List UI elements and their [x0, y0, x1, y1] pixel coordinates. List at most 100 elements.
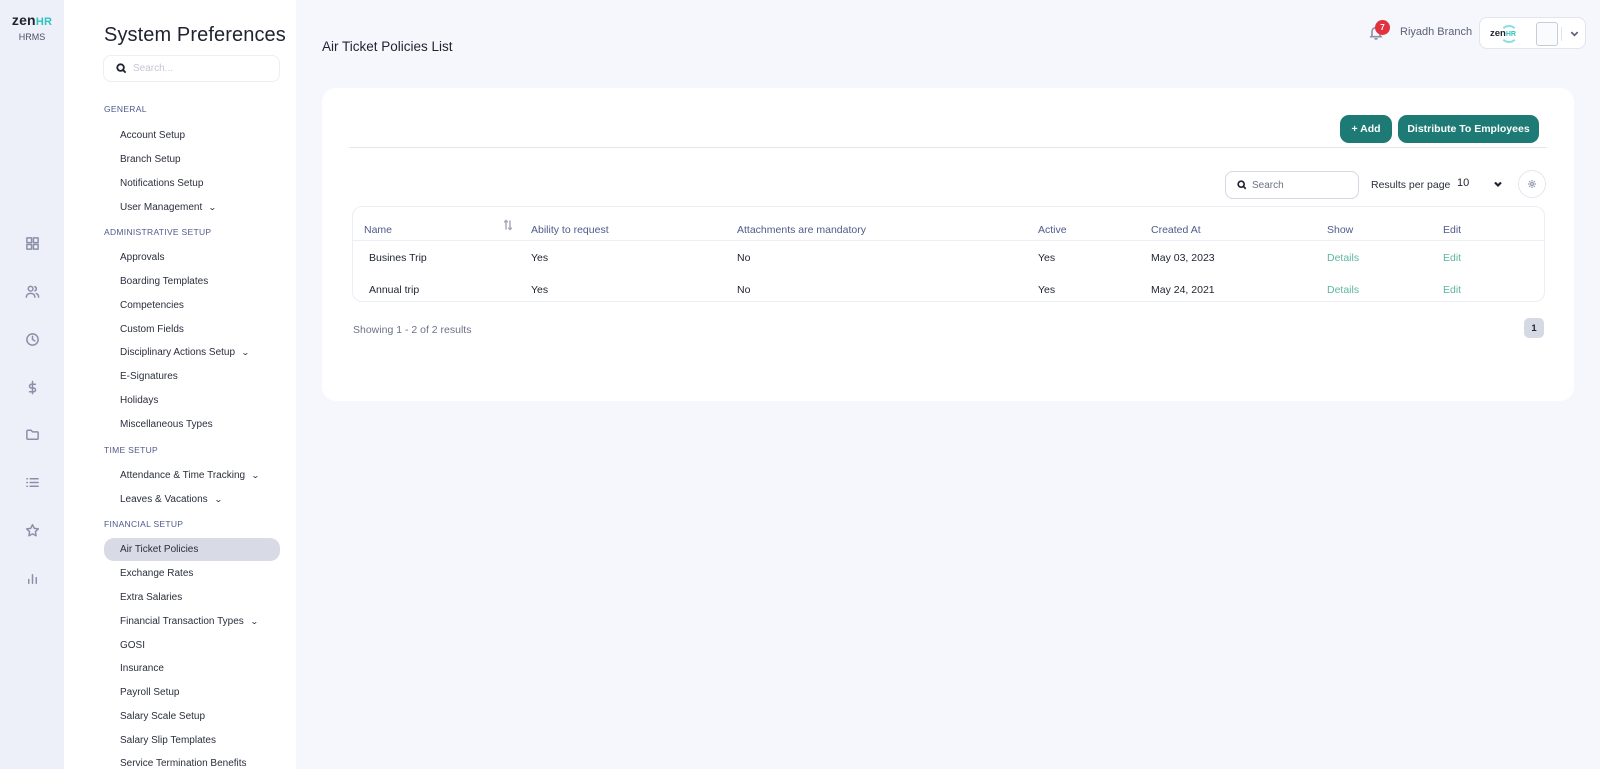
details-link[interactable]: Details [1327, 252, 1359, 264]
cell-ability: Yes [531, 284, 549, 296]
icon-rail: zenHR HRMS [0, 0, 64, 769]
sidebar-item-label: GOSI [120, 640, 146, 651]
cell-attachments: No [737, 252, 751, 264]
search-icon [116, 63, 127, 74]
sidebar-item-gosi[interactable]: GOSI [104, 634, 280, 657]
sidebar-item-salary-scale-setup[interactable]: Salary Scale Setup [104, 705, 280, 728]
dollar-icon[interactable] [22, 377, 42, 397]
sidebar-item-payroll-setup[interactable]: Payroll Setup [104, 681, 280, 704]
sidebar-item-label: Approvals [120, 252, 165, 263]
sidebar-item-label: User Management [120, 202, 203, 213]
chevron-down-icon: ⌄ [241, 348, 250, 357]
sidebar-item-disciplinary-actions[interactable]: Disciplinary Actions Setup ⌄ [104, 341, 280, 364]
page-title: Air Ticket Policies List [322, 39, 453, 54]
cell-attachments: No [737, 284, 751, 296]
cell-active: Yes [1038, 252, 1056, 264]
section-general: GENERAL [104, 104, 147, 114]
sidebar-item-label: Insurance [120, 663, 164, 674]
column-header-show: Show [1327, 224, 1354, 236]
sidebar-item-notifications-setup[interactable]: Notifications Setup [104, 172, 280, 195]
sidebar-item-label: Holidays [120, 395, 159, 406]
clock-icon[interactable] [22, 329, 42, 349]
grid-icon[interactable] [22, 233, 42, 253]
people-icon[interactable] [22, 281, 42, 301]
sidebar-item-branch-setup[interactable]: Branch Setup [104, 148, 280, 171]
divider [349, 147, 1547, 148]
policies-card: + Add Distribute To Employees Results pe… [322, 88, 1574, 401]
column-header-created: Created At [1151, 224, 1201, 236]
star-icon[interactable] [22, 520, 42, 540]
page-button-1[interactable]: 1 [1524, 318, 1544, 338]
sidebar-item-boarding-templates[interactable]: Boarding Templates [104, 270, 280, 293]
search-icon [1237, 180, 1247, 190]
column-header-name[interactable]: Name [364, 224, 392, 236]
chevron-down-icon: ⌄ [251, 471, 260, 480]
sidebar-item-label: Notifications Setup [120, 178, 204, 189]
results-per-page-select[interactable]: 10 [1457, 177, 1507, 193]
sidebar-search-input[interactable] [133, 63, 263, 74]
sidebar-item-holidays[interactable]: Holidays [104, 389, 280, 412]
sidebar-item-salary-slip-templates[interactable]: Salary Slip Templates [104, 729, 280, 752]
cell-created: May 03, 2023 [1151, 252, 1215, 264]
sidebar-item-service-termination-benefits[interactable]: Service Termination Benefits [104, 752, 280, 769]
sidebar-item-label: Service Termination Benefits [120, 758, 247, 769]
cell-ability: Yes [531, 252, 549, 264]
table-search-input[interactable] [1252, 179, 1352, 191]
folder-icon[interactable] [22, 424, 42, 444]
company-logo-accent: HR [1505, 31, 1516, 38]
cell-active: Yes [1038, 284, 1056, 296]
sidebar-item-custom-fields[interactable]: Custom Fields [104, 318, 280, 341]
account-menu[interactable]: zenHR [1479, 17, 1586, 49]
table-row: Annual trip Yes No Yes May 24, 2021 Deta… [353, 273, 1544, 305]
list-icon[interactable] [22, 472, 42, 492]
sidebar-item-label: Leaves & Vacations [120, 494, 208, 505]
sidebar-item-e-signatures[interactable]: E-Signatures [104, 365, 280, 388]
column-header-attachments: Attachments are mandatory [737, 224, 866, 236]
chevron-down-icon[interactable] [1569, 26, 1581, 38]
pagination-summary: Showing 1 - 2 of 2 results [353, 324, 472, 336]
bar-chart-icon[interactable] [22, 568, 42, 588]
sidebar-item-attendance[interactable]: Attendance & Time Tracking ⌄ [104, 464, 280, 487]
settings-sidebar: System Preferences GENERAL Account Setup… [64, 0, 296, 769]
section-financial: FINANCIAL SETUP [104, 519, 184, 529]
sidebar-item-competencies[interactable]: Competencies [104, 294, 280, 317]
column-header-ability: Ability to request [531, 224, 609, 236]
column-header-active: Active [1038, 224, 1067, 236]
avatar [1536, 22, 1558, 46]
sidebar-item-label: Account Setup [120, 130, 186, 141]
branch-selector[interactable]: Riyadh Branch [1400, 26, 1472, 38]
sidebar-item-account-setup[interactable]: Account Setup [104, 124, 280, 147]
sidebar-item-label: Financial Transaction Types [120, 616, 244, 627]
sidebar-item-financial-transaction-types[interactable]: Financial Transaction Types ⌄ [104, 610, 280, 633]
sidebar-item-exchange-rates[interactable]: Exchange Rates [104, 562, 280, 585]
sidebar-title: System Preferences [104, 24, 286, 46]
sidebar-item-extra-salaries[interactable]: Extra Salaries [104, 586, 280, 609]
section-administrative: ADMINISTRATIVE SETUP [104, 227, 212, 237]
table-search[interactable] [1225, 171, 1359, 199]
sort-icon[interactable] [503, 218, 513, 231]
sidebar-item-label: Extra Salaries [120, 592, 183, 603]
sidebar-item-label: Branch Setup [120, 154, 181, 165]
sidebar-item-user-management[interactable]: User Management ⌄ [104, 196, 280, 219]
edit-link[interactable]: Edit [1443, 252, 1461, 264]
sidebar-item-label: Competencies [120, 300, 184, 311]
chevron-down-icon: ⌄ [249, 617, 259, 626]
results-per-page-value: 10 [1457, 177, 1470, 189]
company-logo-text: zen [1490, 28, 1506, 39]
add-button[interactable]: + Add [1340, 115, 1392, 143]
zenhr-logo[interactable]: zenHR HRMS [8, 12, 56, 43]
sidebar-search[interactable] [103, 55, 280, 82]
sidebar-item-leaves[interactable]: Leaves & Vacations ⌄ [104, 488, 280, 511]
distribute-to-employees-button[interactable]: Distribute To Employees [1398, 115, 1539, 143]
sidebar-item-air-ticket-policies[interactable]: Air Ticket Policies [104, 538, 280, 561]
details-link[interactable]: Details [1327, 284, 1359, 296]
product-name: HRMS [18, 32, 46, 42]
sidebar-item-insurance[interactable]: Insurance [104, 657, 280, 680]
sidebar-item-label: Exchange Rates [120, 568, 194, 579]
sidebar-item-miscellaneous-types[interactable]: Miscellaneous Types [104, 413, 280, 436]
column-settings-button[interactable] [1518, 170, 1546, 198]
edit-link[interactable]: Edit [1443, 284, 1461, 296]
divider [1561, 27, 1562, 41]
sidebar-item-approvals[interactable]: Approvals [104, 246, 280, 269]
sidebar-item-label: Salary Slip Templates [120, 735, 216, 746]
